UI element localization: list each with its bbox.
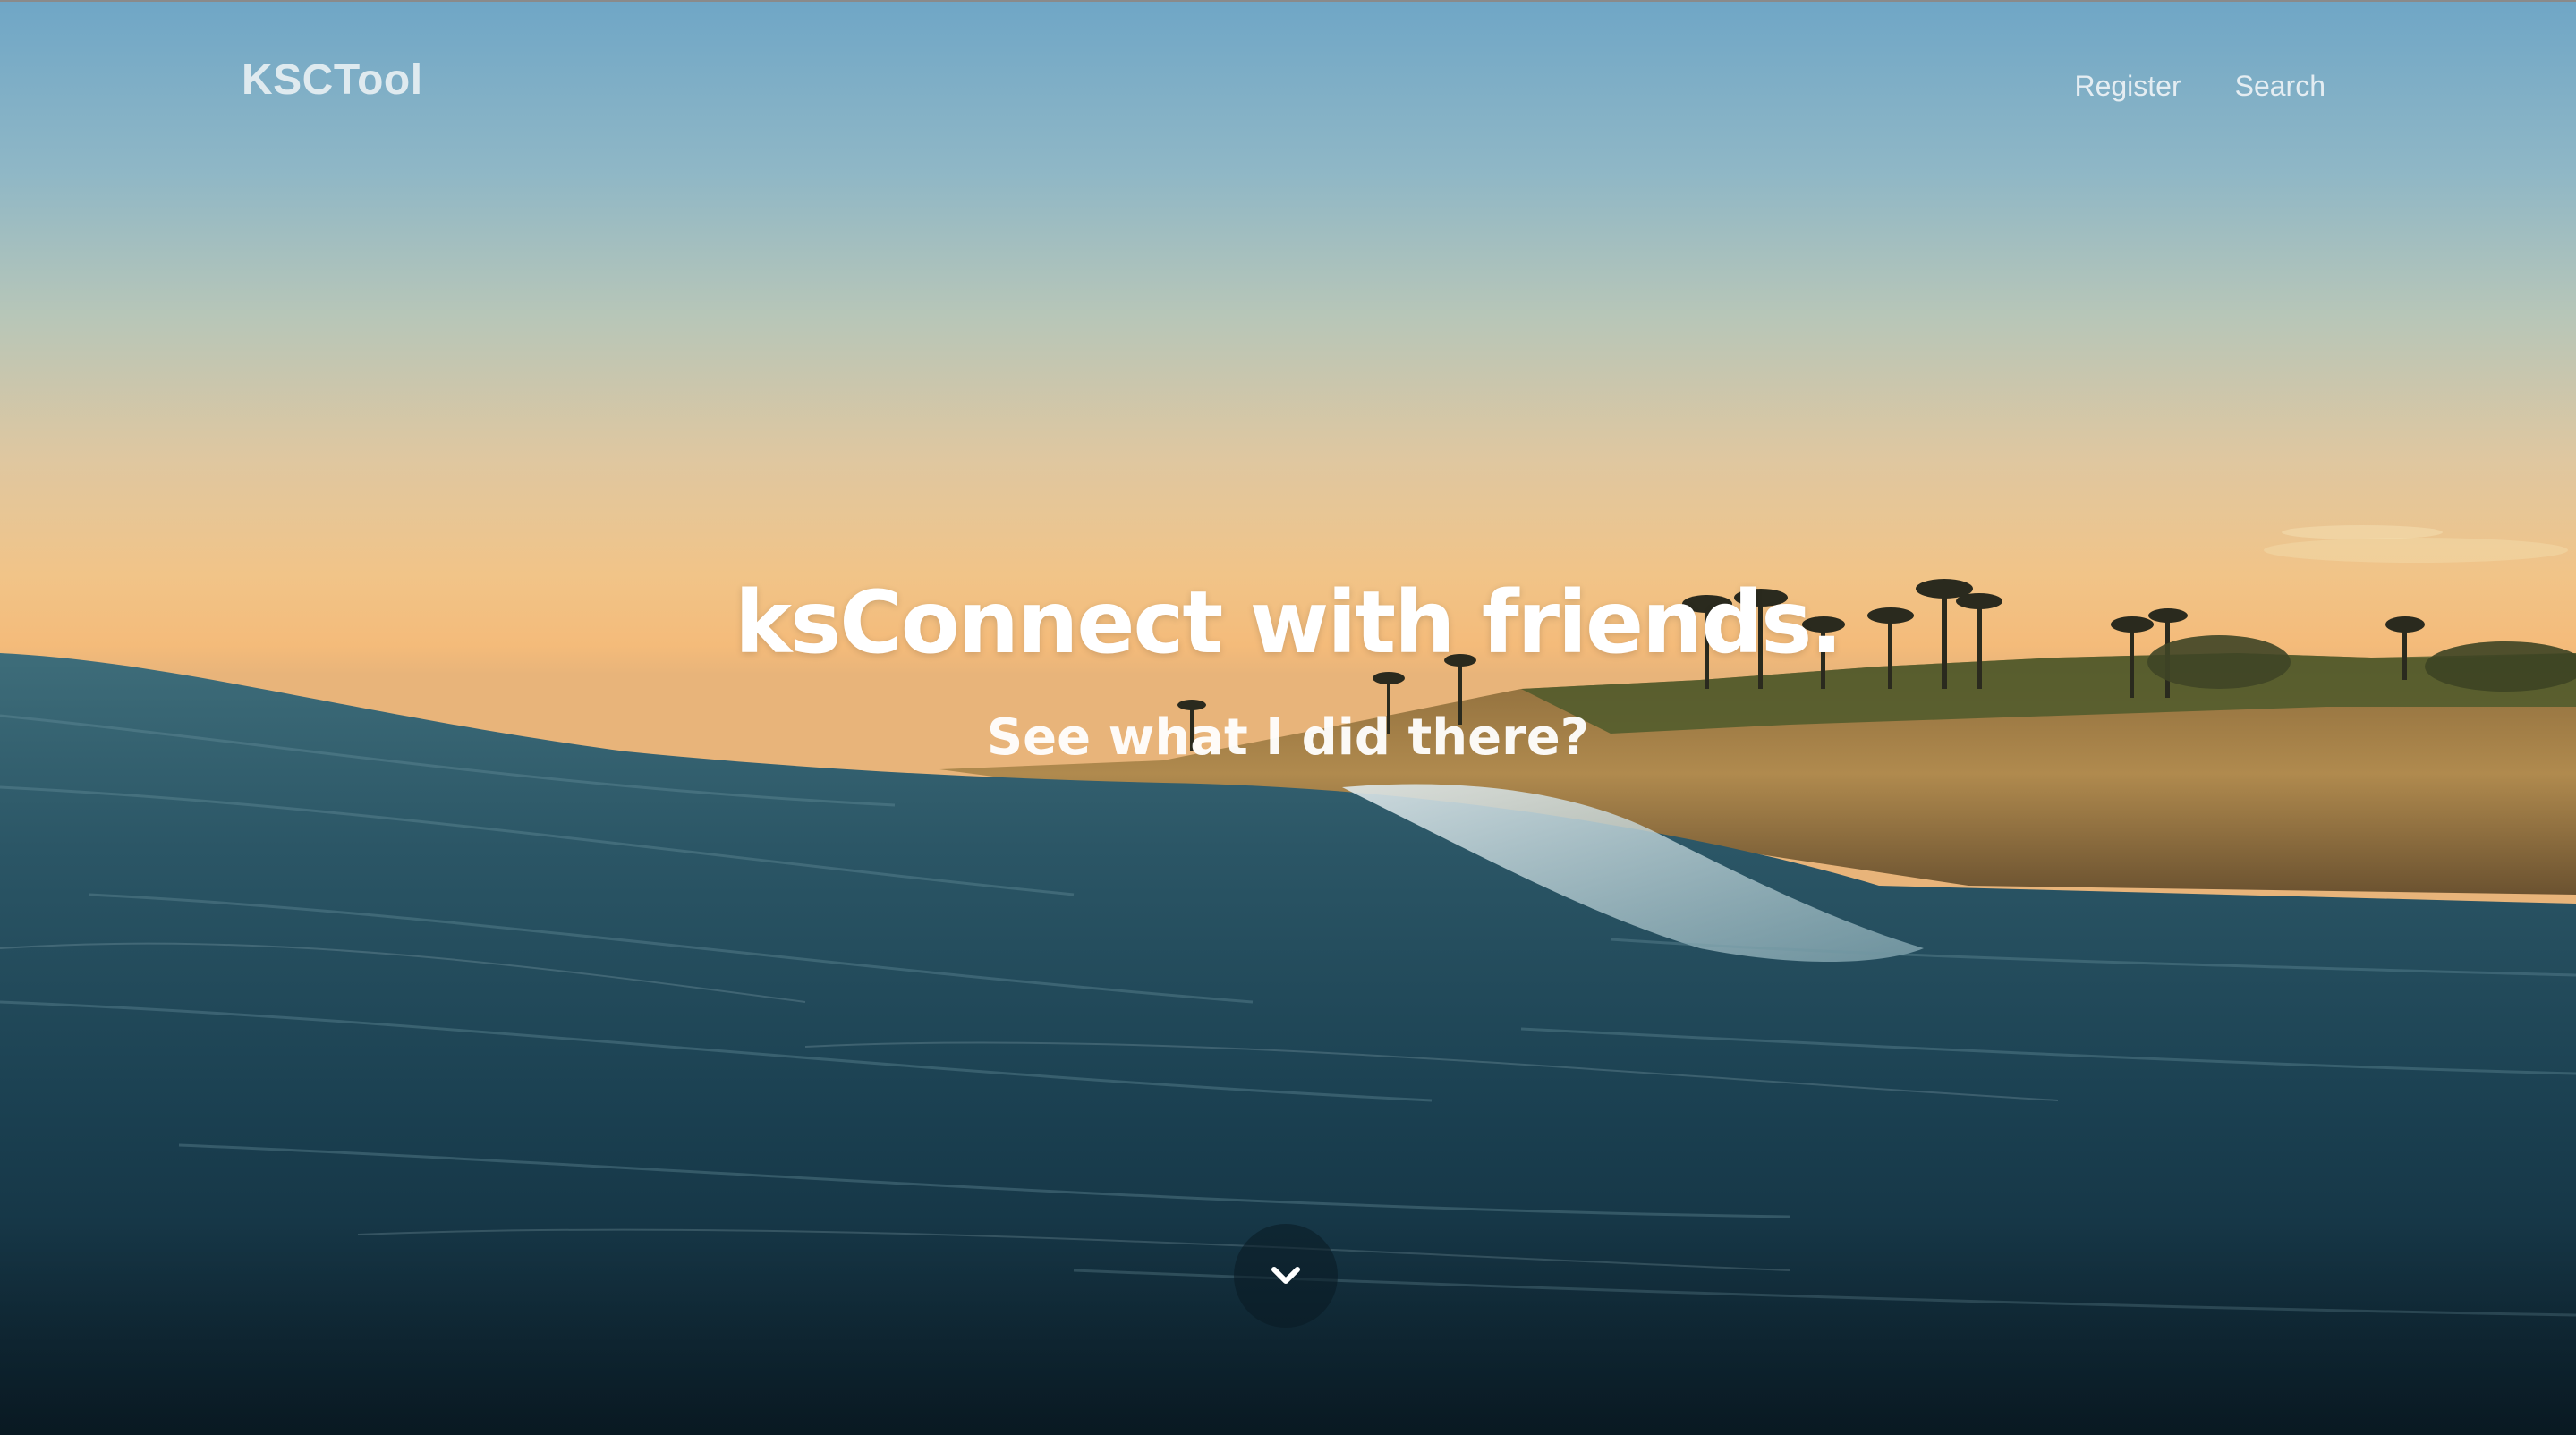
scroll-down-button[interactable]: [1234, 1224, 1338, 1328]
nav-link-register[interactable]: Register: [2074, 70, 2181, 103]
brand-logo[interactable]: KSCTool: [242, 55, 423, 105]
nav-link-search[interactable]: Search: [2235, 70, 2325, 103]
top-navigation: Register Search: [2074, 70, 2325, 103]
chevron-down-icon: [1271, 1266, 1301, 1286]
hero-section: KSCTool Register Search ksConnect with f…: [0, 0, 2576, 1435]
top-border: [0, 0, 2576, 2]
hero-subheadline: See what I did there?: [986, 709, 1590, 767]
hero-headline: ksConnect with friends.: [735, 573, 1842, 673]
